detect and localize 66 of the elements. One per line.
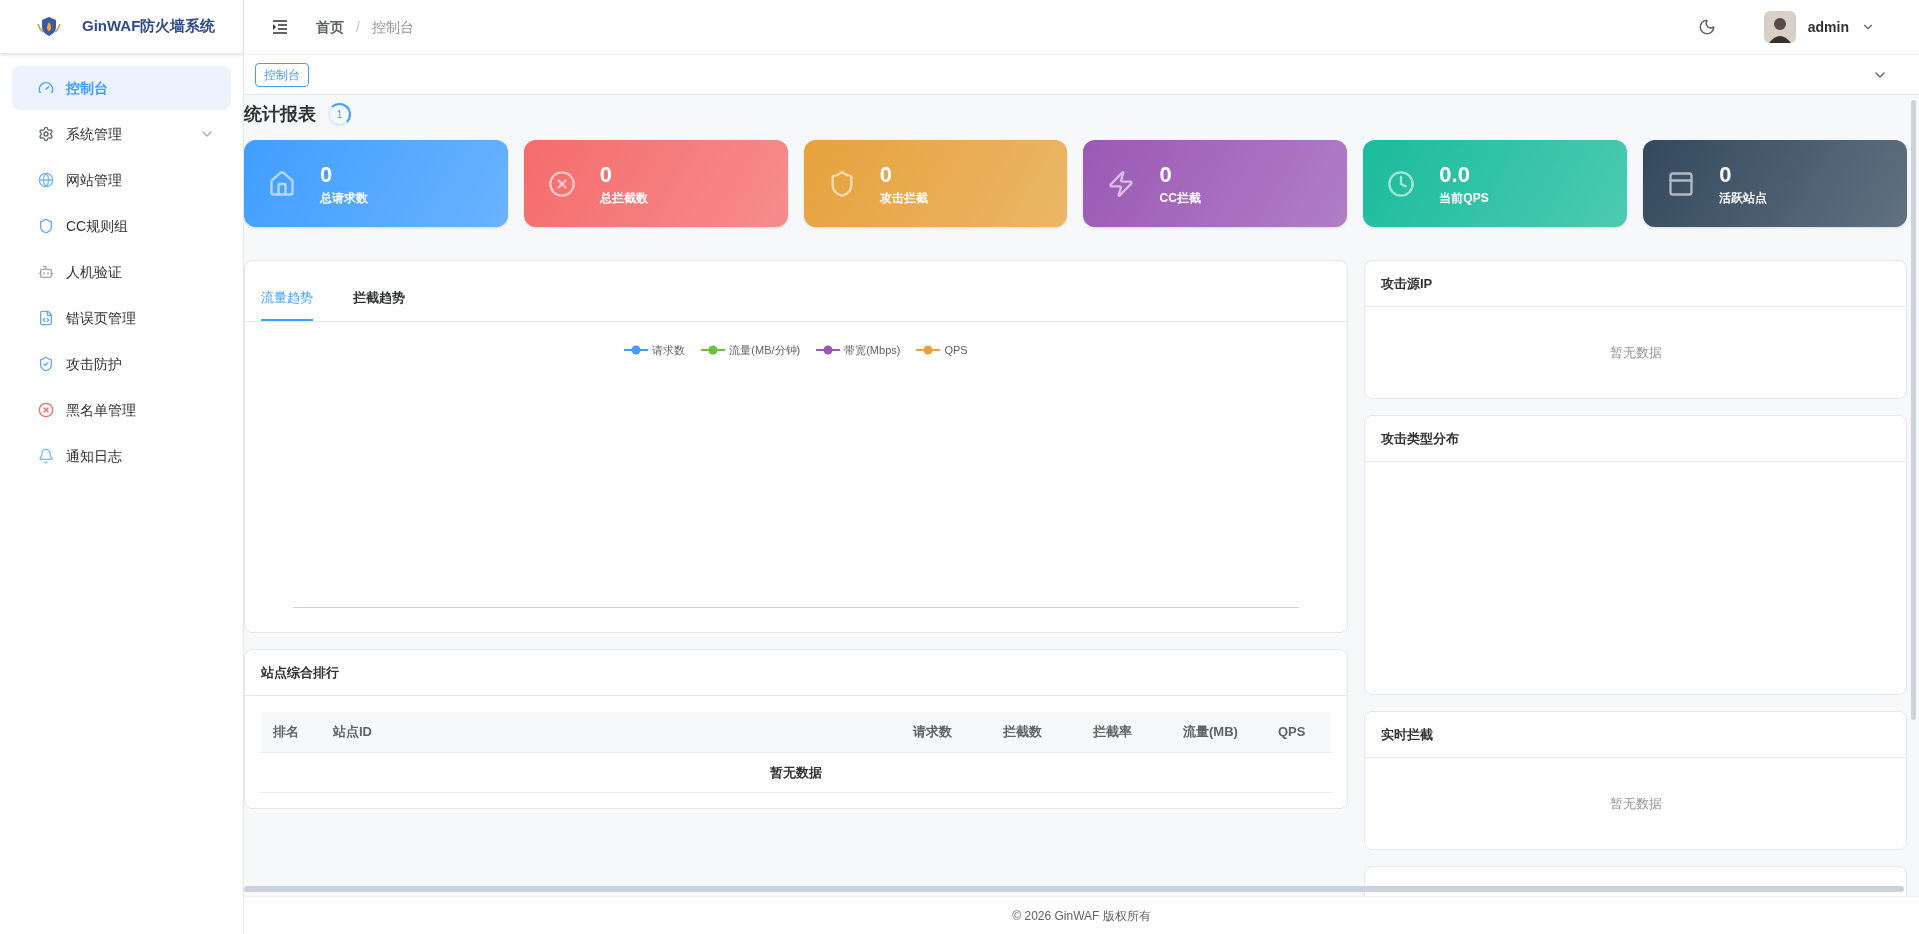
gauge-icon xyxy=(38,80,54,96)
sidebar-item[interactable]: CC规则组 xyxy=(12,204,231,248)
bolt-icon xyxy=(1107,169,1136,198)
layout-icon xyxy=(1667,169,1696,198)
stat-value: 0 xyxy=(1719,160,1733,189)
column-header: 拦截数 xyxy=(1003,723,1043,742)
column-header: 拦截率 xyxy=(1093,723,1133,742)
horizontal-scrollbar[interactable] xyxy=(244,886,1904,892)
legend-label: 请求数 xyxy=(652,343,686,358)
card-title: 站点综合排行 xyxy=(261,663,339,682)
code-icon xyxy=(38,310,54,326)
bell-icon xyxy=(38,448,54,464)
brand-title: GinWAF防火墙系统 xyxy=(82,16,216,37)
shield-icon xyxy=(38,218,54,234)
legend-label: 流量(MB/分钟) xyxy=(729,343,801,358)
user-menu[interactable]: admin xyxy=(1763,11,1875,43)
settings-icon xyxy=(38,126,54,142)
stat-label: 总请求数 xyxy=(320,189,368,207)
stat-value: 0 xyxy=(879,160,893,189)
column-header: 请求数 xyxy=(913,723,953,742)
stat-value: 0 xyxy=(1159,160,1173,189)
error-icon xyxy=(547,169,576,198)
column-header: 排名 xyxy=(273,723,300,742)
legend-label: QPS xyxy=(944,343,968,358)
avatar xyxy=(1763,11,1796,43)
column-header: 站点ID xyxy=(333,723,373,742)
page-title: 统计报表 xyxy=(244,102,316,126)
card-title: 实时拦截 xyxy=(1381,725,1433,744)
stat-label: 当前QPS xyxy=(1439,189,1489,207)
stat-label: CC拦截 xyxy=(1159,189,1201,207)
globe-icon xyxy=(38,172,54,188)
stat-label: 总拦截数 xyxy=(599,189,648,207)
sidebar-item[interactable]: 人机验证 xyxy=(12,250,231,294)
stat-label: 活跃站点 xyxy=(1719,189,1768,207)
card-title: 攻击源IP xyxy=(1381,274,1433,293)
stat-value: 0.0 xyxy=(1439,160,1471,189)
stat-label: 攻击拦截 xyxy=(879,189,928,207)
sidebar-item[interactable]: 错误页管理 xyxy=(12,296,231,340)
copyright-text: © 2026 GinWAF 版权所有 xyxy=(1012,907,1151,925)
column-header: 流量(MB) xyxy=(1183,723,1239,742)
count-badge: 1 xyxy=(328,102,351,126)
sidebar-item[interactable]: 系统管理 xyxy=(12,112,231,156)
stat-value: 0 xyxy=(599,160,614,189)
breadcrumb-item: 控制台 xyxy=(371,17,414,37)
house-icon xyxy=(268,169,296,198)
logo-icon xyxy=(36,15,62,38)
sidebar-item[interactable]: 攻击防护 xyxy=(12,342,231,386)
sidebar-item[interactable]: 网站管理 xyxy=(12,158,231,202)
error-icon xyxy=(38,402,54,418)
shield-check-icon xyxy=(38,356,54,372)
breadcrumb-item[interactable]: 首页 xyxy=(316,16,344,38)
card-title: 攻击类型分布 xyxy=(1381,429,1459,448)
robot-icon xyxy=(38,264,54,280)
dark-mode-icon[interactable] xyxy=(1697,18,1716,36)
sidebar-item[interactable]: 通知日志 xyxy=(12,434,231,478)
collapse-menu-icon[interactable] xyxy=(272,20,288,34)
chart-tab[interactable]: 拦截趋势 xyxy=(353,287,405,321)
empty-text: 暂无数据 xyxy=(770,763,822,782)
breadcrumb-separator: / xyxy=(356,17,360,37)
clock-icon xyxy=(1387,169,1416,198)
legend-label: 带宽(Mbps) xyxy=(844,343,901,358)
sidebar-item[interactable]: 黑名单管理 xyxy=(12,388,231,432)
stat-value: 0 xyxy=(320,160,334,189)
empty-text: 暂无数据 xyxy=(1609,343,1662,362)
column-header: QPS xyxy=(1278,723,1307,742)
empty-text: 暂无数据 xyxy=(1609,794,1662,813)
